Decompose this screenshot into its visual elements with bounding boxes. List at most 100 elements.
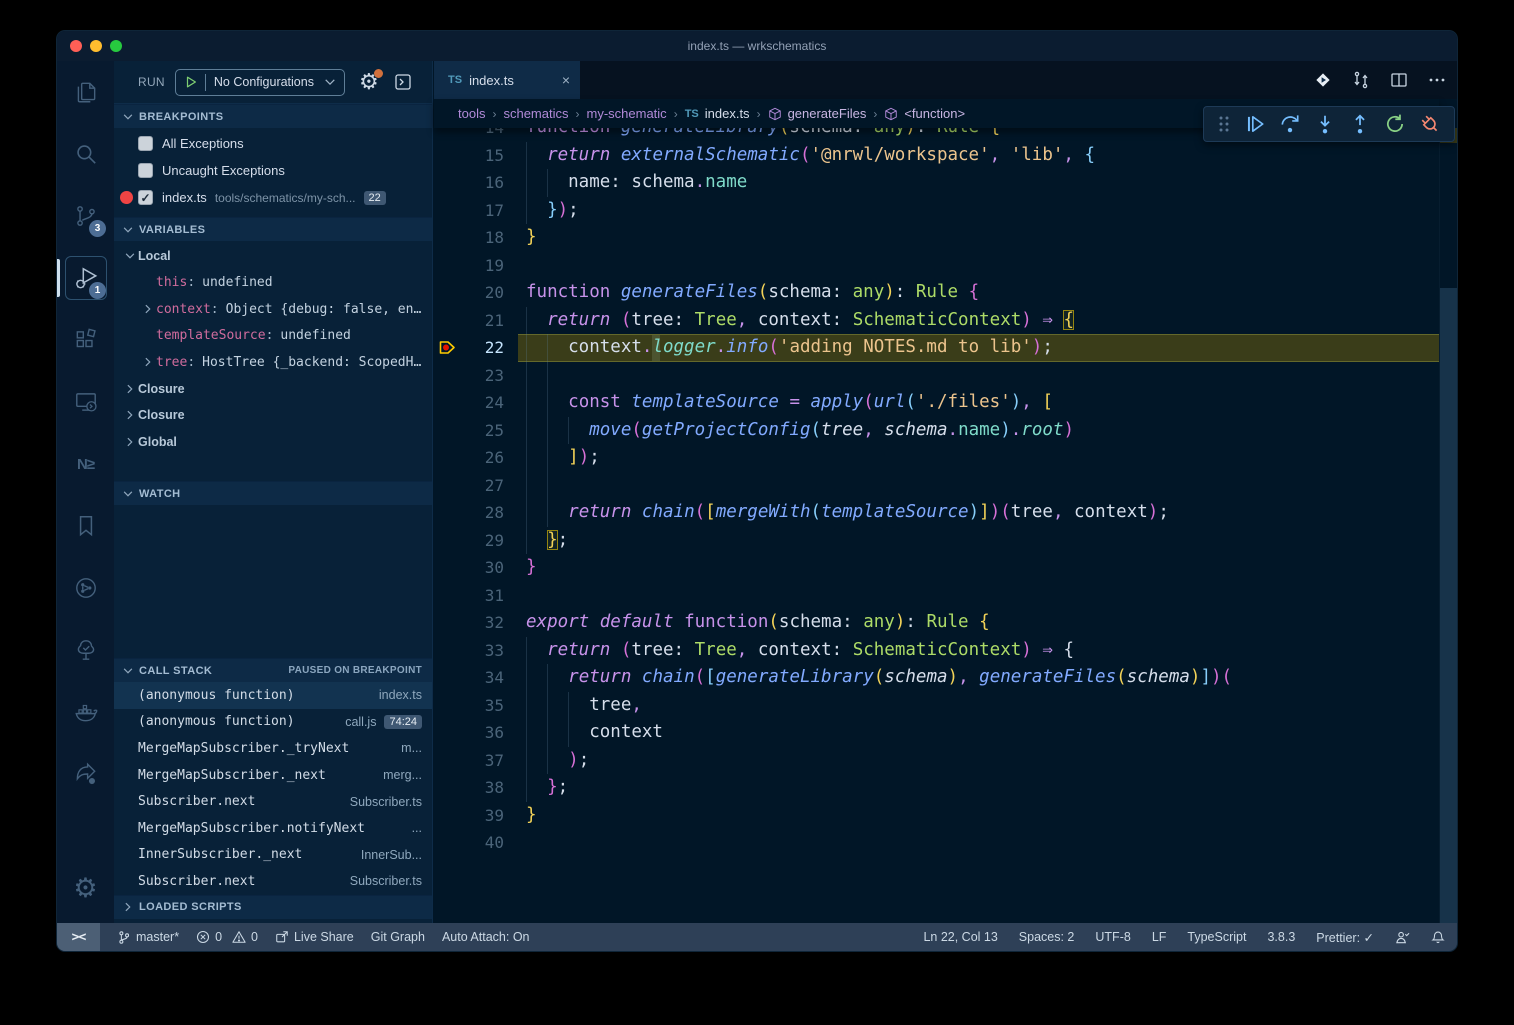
activity-nx[interactable]: N≥ [57,433,114,495]
line-number: 16 [460,169,504,197]
call-stack-frame-row[interactable]: (anonymous function)index.ts [114,682,432,709]
activity-gitgraph[interactable] [57,557,114,619]
step-out-icon[interactable] [1349,113,1371,135]
status-item--[interactable]: 0 [196,930,222,944]
section-breakpoints[interactable]: BREAKPOINTS [114,104,432,128]
disconnect-icon[interactable] [1419,113,1441,135]
minimize-window-button[interactable] [90,40,102,52]
status-item-git-graph[interactable]: Git Graph [371,930,425,944]
restart-icon[interactable] [1384,113,1406,135]
activity-share[interactable] [57,743,114,805]
activity-tests[interactable] [57,619,114,681]
debug-console-icon[interactable] [393,72,413,92]
code-token [526,200,547,220]
call-stack-frame-row[interactable]: MergeMapSubscriber.notifyNext... [114,815,432,842]
code-token: ) [1011,392,1022,412]
variable-scope-row[interactable]: Global [114,429,432,456]
activity-settings[interactable]: ⚙ [57,853,114,923]
variable-row[interactable]: this:undefined [114,270,432,297]
remote-indicator[interactable]: >< [57,923,100,951]
activity-search[interactable] [57,123,114,185]
step-into-icon[interactable] [1314,113,1336,135]
status-item-prettier-[interactable]: Prettier: ✓ [1316,930,1374,945]
checkbox-icon[interactable]: ✓ [138,190,153,205]
status-item-feedback[interactable] [1395,930,1410,945]
breadcrumb-item[interactable]: schematics [503,106,568,121]
status-item-typescript[interactable]: TypeScript [1187,930,1246,944]
section-watch[interactable]: WATCH [114,481,432,505]
status-item-master-[interactable]: master* [117,930,179,945]
step-over-icon[interactable] [1279,113,1301,135]
frame-file-name: Subscriber.ts [350,874,422,888]
continue-icon[interactable] [1244,113,1266,135]
code-token [1074,145,1085,165]
activity-scm[interactable]: 3 [57,185,114,247]
breadcrumb-item[interactable]: <function> [884,106,965,121]
section-call-stack[interactable]: CALL STACKPAUSED ON BREAKPOINT [114,658,432,682]
tab-index-ts[interactable]: TS index.ts × [434,61,580,99]
breakpoint-row[interactable]: ✓index.tstools/schematics/my-sch...22 [114,184,432,211]
breakpoint-row[interactable]: Uncaught Exceptions [114,157,432,184]
variable-scope-row[interactable]: Local [114,243,432,270]
call-stack-frame-row[interactable]: (anonymous function)call.js74:24 [114,709,432,736]
close-window-button[interactable] [70,40,82,52]
code-token: ( [758,282,769,302]
status-item--[interactable]: 0 [232,930,258,944]
configure-gear-icon[interactable]: ⚙ [359,71,379,93]
activity-debug[interactable]: 1 [57,247,114,309]
editor-scrollbar[interactable] [1439,128,1457,923]
configuration-name: No Configurations [214,75,314,89]
close-icon[interactable]: × [552,72,570,88]
section-loaded-scripts[interactable]: LOADED SCRIPTS [114,895,432,919]
call-stack-frame-row[interactable]: Subscriber.nextSubscriber.ts [114,868,432,895]
status-item-spaces-2[interactable]: Spaces: 2 [1019,930,1075,944]
breadcrumb-item[interactable]: generateFiles [768,106,867,121]
status-item-utf-8[interactable]: UTF-8 [1095,930,1130,944]
breadcrumb-item[interactable]: tools [458,106,485,121]
status-item-lf[interactable]: LF [1152,930,1167,944]
open-changes-icon[interactable] [1313,70,1333,90]
breadcrumb-item[interactable]: my-schematic [587,106,667,121]
status-item-3-8-3[interactable]: 3.8.3 [1267,930,1295,944]
chevron-down-icon [122,901,134,913]
chevron-right-icon [122,383,138,395]
checkbox-icon[interactable] [138,136,153,151]
status-item-auto-attach-on[interactable]: Auto Attach: On [442,930,530,944]
activity-explorer[interactable] [57,61,114,123]
more-actions-icon[interactable] [1427,70,1447,90]
launch-configuration-dropdown[interactable]: No Configurations [175,69,345,96]
section-variables[interactable]: VARIABLES [114,217,432,241]
breadcrumb-item[interactable]: TSindex.ts [685,106,750,121]
call-stack-frame-row[interactable]: Subscriber.nextSubscriber.ts [114,788,432,815]
variable-row[interactable]: context:Object {debug: false, en… [114,296,432,323]
scrollbar-slider[interactable] [1440,288,1457,948]
code-token: : [905,612,926,632]
variable-row[interactable]: templateSource:undefined [114,323,432,350]
status-item-ln-22-col-13[interactable]: Ln 22, Col 13 [923,930,997,944]
activity-docker[interactable] [57,681,114,743]
breadcrumb-separator-icon: › [576,107,580,121]
split-editor-icon[interactable] [1389,70,1409,90]
variable-row[interactable]: tree:HostTree {_backend: ScopedH… [114,349,432,376]
breakpoint-row[interactable]: All Exceptions [114,130,432,157]
code-token [526,530,547,550]
code-token: : [832,310,853,330]
start-debugging-icon[interactable] [184,75,198,89]
code-token: logger [652,337,715,357]
variable-scope-row[interactable]: Closure [114,376,432,403]
status-item-bell[interactable] [1431,930,1445,945]
call-stack-body: (anonymous function)index.ts(anonymous f… [114,682,432,895]
checkbox-icon[interactable] [138,163,153,178]
maximize-window-button[interactable] [110,40,122,52]
call-stack-frame-row[interactable]: MergeMapSubscriber._nextmerg... [114,762,432,789]
status-item-text: TypeScript [1187,930,1246,944]
variable-scope-row[interactable]: Closure [114,402,432,429]
call-stack-frame-row[interactable]: MergeMapSubscriber._tryNextm... [114,735,432,762]
compare-changes-icon[interactable] [1351,70,1371,90]
call-stack-frame-row[interactable]: InnerSubscriber._nextInnerSub... [114,842,432,869]
code-area[interactable]: 14function generateLibrary(schema: any):… [434,61,1439,923]
activity-extensions[interactable] [57,309,114,371]
activity-remote[interactable] [57,371,114,433]
status-item-live-share[interactable]: Live Share [275,930,354,944]
activity-bookmarks[interactable] [57,495,114,557]
